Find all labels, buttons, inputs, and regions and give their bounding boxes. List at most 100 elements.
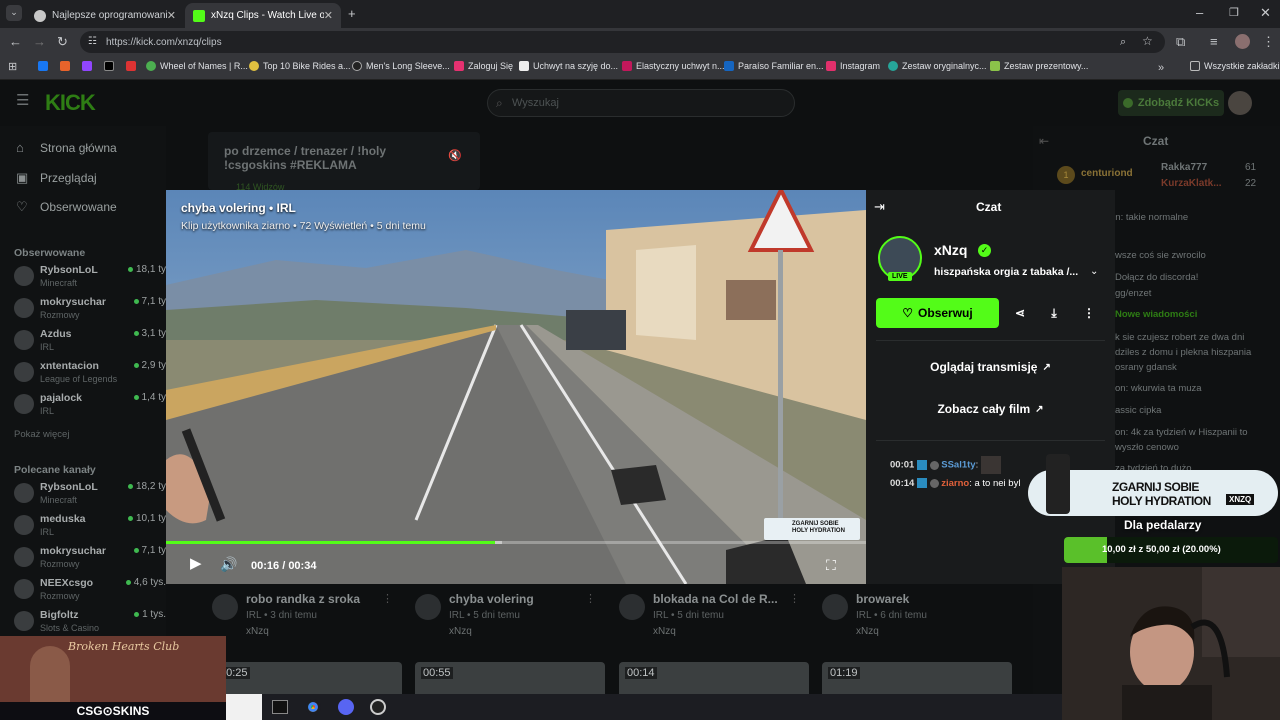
search-input[interactable]: ⌕ Wyszukaj: [487, 89, 795, 117]
nav-home[interactable]: ⌂ Strona główna: [16, 140, 117, 155]
followed-channel[interactable]: xntentacion League of Legends 2,9 ty: [14, 358, 166, 388]
bookmark-item[interactable]: Men's Long Sleeve...: [352, 61, 450, 71]
followed-channel[interactable]: pajalock IRL 1,4 ty: [14, 390, 166, 420]
more-options-button[interactable]: ⋮: [1073, 298, 1105, 328]
promo-brand: XNZQ: [1226, 494, 1255, 505]
new-tab-icon[interactable]: +: [348, 7, 356, 21]
bookmark-item[interactable]: Zaloguj Się: [454, 61, 513, 71]
menu-icon[interactable]: ⋮: [1262, 35, 1275, 49]
kick-logo[interactable]: KICK: [45, 90, 96, 116]
bm-icon-2[interactable]: [82, 61, 96, 71]
bm-icon-facebook[interactable]: [38, 61, 52, 71]
followed-channel[interactable]: RybsonLoL Minecraft 18,1 ty: [14, 262, 166, 292]
close-tab-icon[interactable]: ✕: [324, 9, 333, 22]
clip-subtitle: Klip użytkownika ziarno • 72 Wyświetleń …: [181, 220, 426, 232]
profile-avatar[interactable]: [1235, 34, 1250, 49]
recommended-channel[interactable]: NEEXcsgo Rozmowy 4,6 tys.: [14, 575, 166, 605]
tab-1[interactable]: Najlepsze oprogramowanie do ✕: [26, 3, 184, 28]
share-icon: ⋖: [1014, 306, 1026, 320]
collapse-panel-icon[interactable]: ⇥: [874, 200, 885, 214]
terminal-icon[interactable]: [272, 700, 288, 714]
more-icon[interactable]: ⋮: [789, 592, 800, 606]
bookmark-item[interactable]: Zestaw prezentowy...: [990, 61, 1088, 71]
top-user-name: Rakka777: [1161, 162, 1208, 173]
fullscreen-icon[interactable]: ⛶: [826, 558, 836, 572]
clip-chat-header: Czat: [976, 200, 1002, 214]
bm-icon-1[interactable]: [60, 61, 74, 71]
followed-channel[interactable]: Azdus IRL 3,1 ty: [14, 326, 166, 356]
badge-icon: [916, 478, 927, 489]
more-icon[interactable]: ⋮: [382, 592, 393, 606]
webcam-frame: [1062, 567, 1280, 720]
bookmark-item[interactable]: Wheel of Names | R...: [146, 61, 248, 71]
tab-list-icon[interactable]: ⌄: [6, 5, 22, 21]
collapse-chat-icon[interactable]: ⇤: [1039, 134, 1049, 148]
watch-full-video-button[interactable]: Zobacz cały film ↗: [876, 393, 1105, 425]
nav-browse[interactable]: ▣ Przeglądaj: [16, 170, 97, 186]
download-button[interactable]: ⤓: [1038, 298, 1070, 328]
bookmark-item[interactable]: Uchwyt na szyję do...: [519, 61, 618, 71]
video-progress-track[interactable]: [166, 541, 866, 544]
restore-icon[interactable]: ❐: [1229, 6, 1239, 20]
apps-icon[interactable]: ⊞: [8, 60, 17, 74]
clip-card[interactable]: browarek IRL • 6 dni temu xNzq: [822, 590, 1012, 650]
clip-card[interactable]: robo randka z sroka IRL • 3 dni temu xNzq …: [212, 590, 402, 650]
clip-card[interactable]: chyba volering IRL • 5 dni temu xNzq ⋮: [415, 590, 605, 650]
search-placeholder: Wyszukaj: [512, 97, 559, 109]
streamer-name[interactable]: xNzq: [934, 242, 967, 258]
video-promo-line-2: HOLY HYDRATION: [792, 528, 845, 534]
all-bookmarks-folder[interactable]: Wszystkie zakładki: [1190, 61, 1280, 71]
external-link-icon: ↗: [1035, 403, 1044, 415]
minimize-icon[interactable]: –: [1196, 6, 1203, 20]
close-window-icon[interactable]: ✕: [1260, 6, 1271, 20]
chevron-down-icon[interactable]: ⌄: [1090, 265, 1098, 279]
chrome-icon[interactable]: [305, 699, 321, 715]
zoom-icon[interactable]: ⌕: [1120, 35, 1126, 49]
nav-following[interactable]: ♡ Obserwowane: [16, 199, 117, 215]
new-messages-label[interactable]: Nowe wiadomości: [1115, 309, 1197, 320]
discord-icon[interactable]: [338, 699, 354, 715]
recommended-channel[interactable]: Bigfoltz Slots & Casino 1 tys.: [14, 607, 166, 637]
watch-stream-button[interactable]: Oglądaj transmisję ↗: [876, 351, 1105, 383]
bookmark-item[interactable]: Zestaw oryginalnyc...: [888, 61, 987, 71]
recommended-channel[interactable]: meduska IRL 10,1 ty: [14, 511, 166, 541]
followed-channel[interactable]: mokrysuchar Rozmowy 7,1 ty: [14, 294, 166, 324]
recommended-channel[interactable]: mokrysuchar Rozmowy 7,1 ty: [14, 543, 166, 573]
clip-video-player[interactable]: chyba volering • IRL Klip użytkownika zi…: [166, 190, 866, 584]
address-bar[interactable]: ☷ https://kick.com/xnzq/clips ⌕ ☆: [80, 31, 1165, 53]
taskbar-item-white[interactable]: [226, 694, 262, 720]
bookmark-item[interactable]: Top 10 Bike Rides a...: [249, 61, 351, 71]
more-bookmarks-icon[interactable]: »: [1158, 61, 1164, 75]
follow-button[interactable]: ♡ Obserwuj: [876, 298, 999, 328]
media-icon[interactable]: ≡: [1210, 35, 1218, 49]
reload-icon[interactable]: ↻: [57, 35, 68, 49]
bm-icon-3[interactable]: [126, 61, 140, 71]
hamburger-icon[interactable]: ☰: [16, 93, 29, 108]
forward-icon[interactable]: →: [33, 35, 46, 49]
mute-icon[interactable]: 🔇: [448, 149, 462, 163]
tab-2[interactable]: xNzq Clips - Watch Live on Kick ✕: [185, 3, 341, 28]
heart-icon: ♡: [16, 199, 28, 214]
csgoskins-banner: CSG⊙SKINS: [0, 702, 226, 720]
share-button[interactable]: ⋖: [1004, 298, 1036, 328]
play-icon[interactable]: ▶: [190, 556, 202, 571]
close-tab-icon[interactable]: ✕: [167, 9, 176, 22]
bookmark-item[interactable]: Elastyczny uchwyt n...: [622, 61, 725, 71]
extensions-icon[interactable]: ⧉: [1176, 35, 1185, 49]
obs-icon[interactable]: [370, 699, 386, 715]
bookmark-item[interactable]: Paraíso Familiar en...: [724, 61, 824, 71]
back-icon[interactable]: ←: [9, 35, 22, 49]
get-kicks-button[interactable]: Zdobądź KICKs: [1118, 90, 1224, 116]
badge-icon: [916, 460, 927, 470]
site-info-icon[interactable]: ☷: [88, 35, 97, 49]
recommended-channel[interactable]: RybsonLoL Minecraft 18,2 ty: [14, 479, 166, 509]
volume-icon[interactable]: 🔊: [220, 557, 237, 571]
bookmark-star-icon[interactable]: ☆: [1142, 34, 1153, 48]
more-icon[interactable]: ⋮: [585, 592, 596, 606]
bm-icon-x[interactable]: [104, 61, 118, 71]
bookmark-item[interactable]: Instagram: [826, 61, 880, 71]
clip-card[interactable]: blokada na Col de R... IRL • 5 dni temu xN…: [619, 590, 809, 650]
user-avatar[interactable]: [1228, 91, 1252, 115]
show-more-link[interactable]: Pokaż więcej: [14, 429, 69, 440]
goal-progress-track: 10,00 zł z 50,00 zł (20.00%): [1064, 537, 1278, 563]
